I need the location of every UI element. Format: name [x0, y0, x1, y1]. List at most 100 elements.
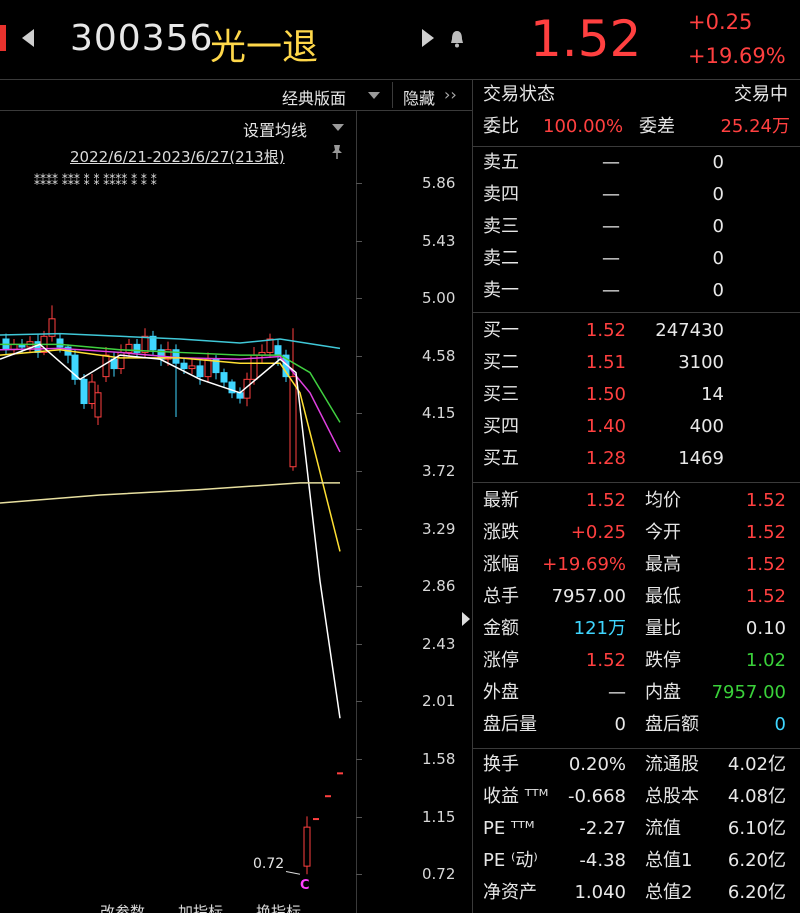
candlestick	[88, 373, 96, 409]
fund-label: 流值	[645, 818, 681, 839]
set-ma-dropdown-icon[interactable]	[332, 124, 344, 131]
bid-volume: 1469	[678, 448, 724, 469]
ask-price: —	[602, 184, 620, 205]
axis-tick-mark	[356, 759, 362, 760]
ask-label: 卖一	[483, 280, 519, 301]
candlestick	[266, 333, 274, 358]
axis-tick-mark	[356, 355, 362, 357]
candlestick	[157, 344, 165, 366]
stat-value: 7957.00	[711, 682, 786, 703]
stat-label: 内盘	[645, 682, 681, 703]
fund-value: 6.10亿	[727, 818, 786, 839]
fund-label: 总值2	[645, 882, 693, 903]
stat-value: +19.69%	[542, 554, 626, 575]
kline-chart[interactable]: ⁑⁑⁑⁑ ⁑⁑⁑ ⁑ ⁑ ⁑⁑⁑⁑ ⁑ ⁑ ⁑	[0, 160, 356, 900]
ask-book: 卖五 — 0 卖四 — 0 卖三 — 0 卖二 — 0 卖一 — 0	[473, 146, 800, 306]
classic-layout-button[interactable]: 经典版面	[282, 85, 346, 109]
weibi-value: 100.00%	[543, 116, 624, 137]
ask-volume: 0	[712, 248, 724, 269]
axis-tick-label: 1.15	[422, 807, 456, 826]
candlestick	[303, 816, 311, 875]
low-price-label: 0.72	[253, 856, 285, 872]
stat-label: 跌停	[645, 650, 681, 671]
fund-value: 4.08亿	[727, 786, 786, 807]
bid-price: 1.50	[585, 384, 626, 405]
bid-label: 买五	[483, 448, 519, 469]
stat-label: 均价	[645, 490, 681, 511]
fund-label: 净资产	[483, 882, 537, 903]
ma5-line	[0, 343, 341, 719]
candlestick	[48, 305, 56, 342]
stat-value: 121万	[573, 618, 626, 639]
prev-stock-arrow-icon[interactable]	[22, 29, 34, 47]
bid-price: 1.52	[585, 320, 626, 341]
candlestick	[258, 344, 266, 364]
ask-volume: 0	[712, 152, 724, 173]
axis-tick-mark	[356, 874, 362, 876]
stats-table: 最新 1.52 均价 1.52 涨跌 +0.25 今开 1.52 涨幅 +19.69% 最高 1.52…	[473, 484, 800, 744]
bid-label: 买一	[483, 320, 519, 341]
stat-label: 最新	[483, 490, 519, 511]
price-change: +0.25	[688, 10, 753, 34]
event-markers: ⁑⁑⁑⁑ ⁑⁑⁑ ⁑ ⁑ ⁑⁑⁑⁑ ⁑ ⁑ ⁑	[34, 173, 157, 188]
stock-code: 300356	[70, 18, 214, 59]
bid-price: 1.28	[585, 448, 626, 469]
candlestick	[133, 338, 141, 358]
axis-tick-mark	[356, 528, 362, 530]
divider	[473, 482, 800, 483]
bid-volume: 14	[701, 384, 724, 405]
candlestick	[64, 344, 72, 364]
ask-label: 卖二	[483, 248, 519, 269]
candlestick	[141, 328, 149, 358]
axis-tick-label: 5.86	[422, 174, 456, 192]
axis-tick-label: 2.86	[422, 577, 456, 596]
status-label: 交易状态	[483, 84, 555, 105]
stat-label: 最高	[645, 554, 681, 575]
fund-value: 6.20亿	[727, 850, 786, 871]
fund-label: 总值1	[645, 850, 693, 871]
axis-tick-mark	[356, 240, 362, 242]
indicator-tabs: 改参数 加指标 换指标	[0, 899, 356, 913]
axis-tick-label: 1.58	[422, 750, 456, 768]
set-ma-button[interactable]: 设置均线	[243, 117, 307, 141]
candlestick	[172, 344, 180, 417]
quote-panel: 交易状态 交易中 委比 100.00% 委差 25.24万 卖五 — 0 卖四 — 0 卖三…	[473, 80, 800, 913]
axis-tick-mark	[356, 183, 362, 184]
axis-tick-label: 2.01	[422, 692, 456, 711]
candlestick	[71, 349, 79, 385]
stat-value: 1.02	[745, 650, 786, 671]
tab-add-indicator[interactable]: 加指标	[178, 901, 223, 913]
pin-icon[interactable]	[330, 144, 344, 160]
fundamentals-table: 换手 0.20% 流通股 4.02亿 收益 ᵀᵀᴹ -0.668 总股本 4.08亿 PE ᵀᵀ…	[473, 748, 800, 913]
bid-volume: 247430	[655, 320, 724, 341]
bid-volume: 3100	[678, 352, 724, 373]
bid-label: 买四	[483, 416, 519, 437]
low-pointer	[285, 871, 301, 875]
ask-price: —	[602, 248, 620, 269]
fund-label: 换手	[483, 754, 519, 775]
fund-value: -4.38	[579, 850, 626, 871]
bid-book: 买一 1.52 247430 买二 1.51 3100 买三 1.50 14 买四 1.40 400 买…	[473, 314, 800, 474]
bid-volume: 400	[689, 416, 724, 437]
candlestick	[204, 352, 212, 383]
ask-price: —	[602, 152, 620, 173]
bid-price: 1.51	[585, 352, 626, 373]
stat-label: 涨幅	[483, 554, 519, 575]
tab-switch-indicator[interactable]: 换指标	[256, 901, 301, 913]
side-tab-marker[interactable]	[0, 25, 6, 51]
tab-edit-params[interactable]: 改参数	[100, 901, 145, 913]
stat-value: 0	[614, 714, 626, 735]
fund-value: 4.02亿	[727, 754, 786, 775]
weibi-label: 委比	[483, 116, 519, 137]
fund-value: -0.668	[567, 786, 626, 807]
stat-value: 1.52	[745, 490, 786, 511]
stat-value: +0.25	[570, 522, 626, 543]
axis-tick-mark	[356, 298, 362, 300]
candlestick	[94, 384, 102, 426]
stat-value: 1.52	[745, 522, 786, 543]
candlestick	[188, 357, 196, 374]
axis-tick-label: 5.00	[422, 289, 456, 308]
axis-tick-mark	[356, 701, 362, 703]
candlestick	[289, 328, 297, 471]
stat-value: 1.52	[745, 554, 786, 575]
